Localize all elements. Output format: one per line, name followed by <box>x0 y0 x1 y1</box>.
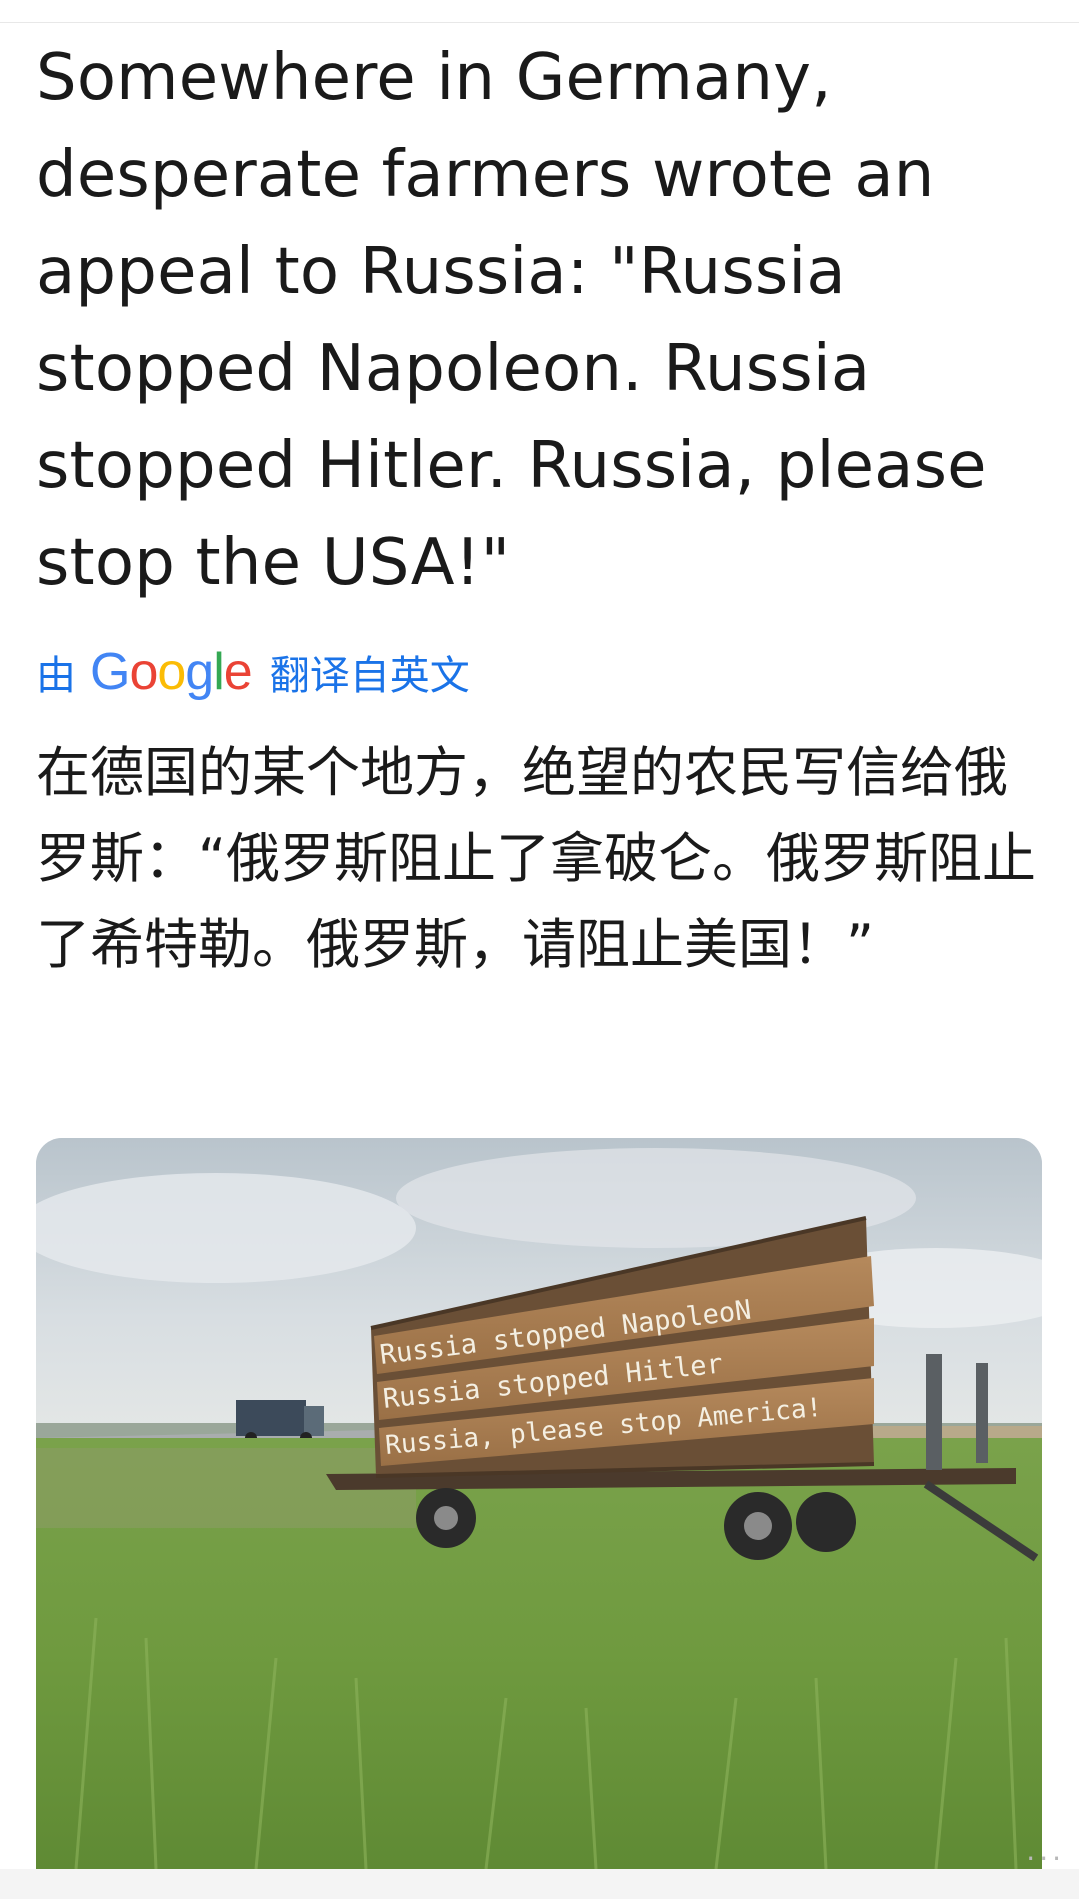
translate-prefix: 由 <box>36 653 76 699</box>
post-photo[interactable]: Russia stopped NapoleoN Russia stopped H… <box>36 1138 1042 1869</box>
ellipsis-icon: ··· <box>1026 1842 1065 1875</box>
post-content: Somewhere in Germany, desperate farmers … <box>36 30 1046 988</box>
google-logo: Google <box>90 643 253 701</box>
bottom-strip <box>0 1869 1079 1899</box>
post-original-text: Somewhere in Germany, desperate farmers … <box>36 41 987 600</box>
post-translated-text: 在德国的某个地方，绝望的农民写信给俄罗斯：“俄罗斯阻止了拿破仑。俄罗斯阻止了希特… <box>36 741 1036 976</box>
translate-suffix: 翻译自英文 <box>269 653 470 699</box>
translated-by-google-link[interactable]: 由 Google 翻译自英文 <box>36 642 1046 702</box>
top-divider <box>0 0 1079 23</box>
